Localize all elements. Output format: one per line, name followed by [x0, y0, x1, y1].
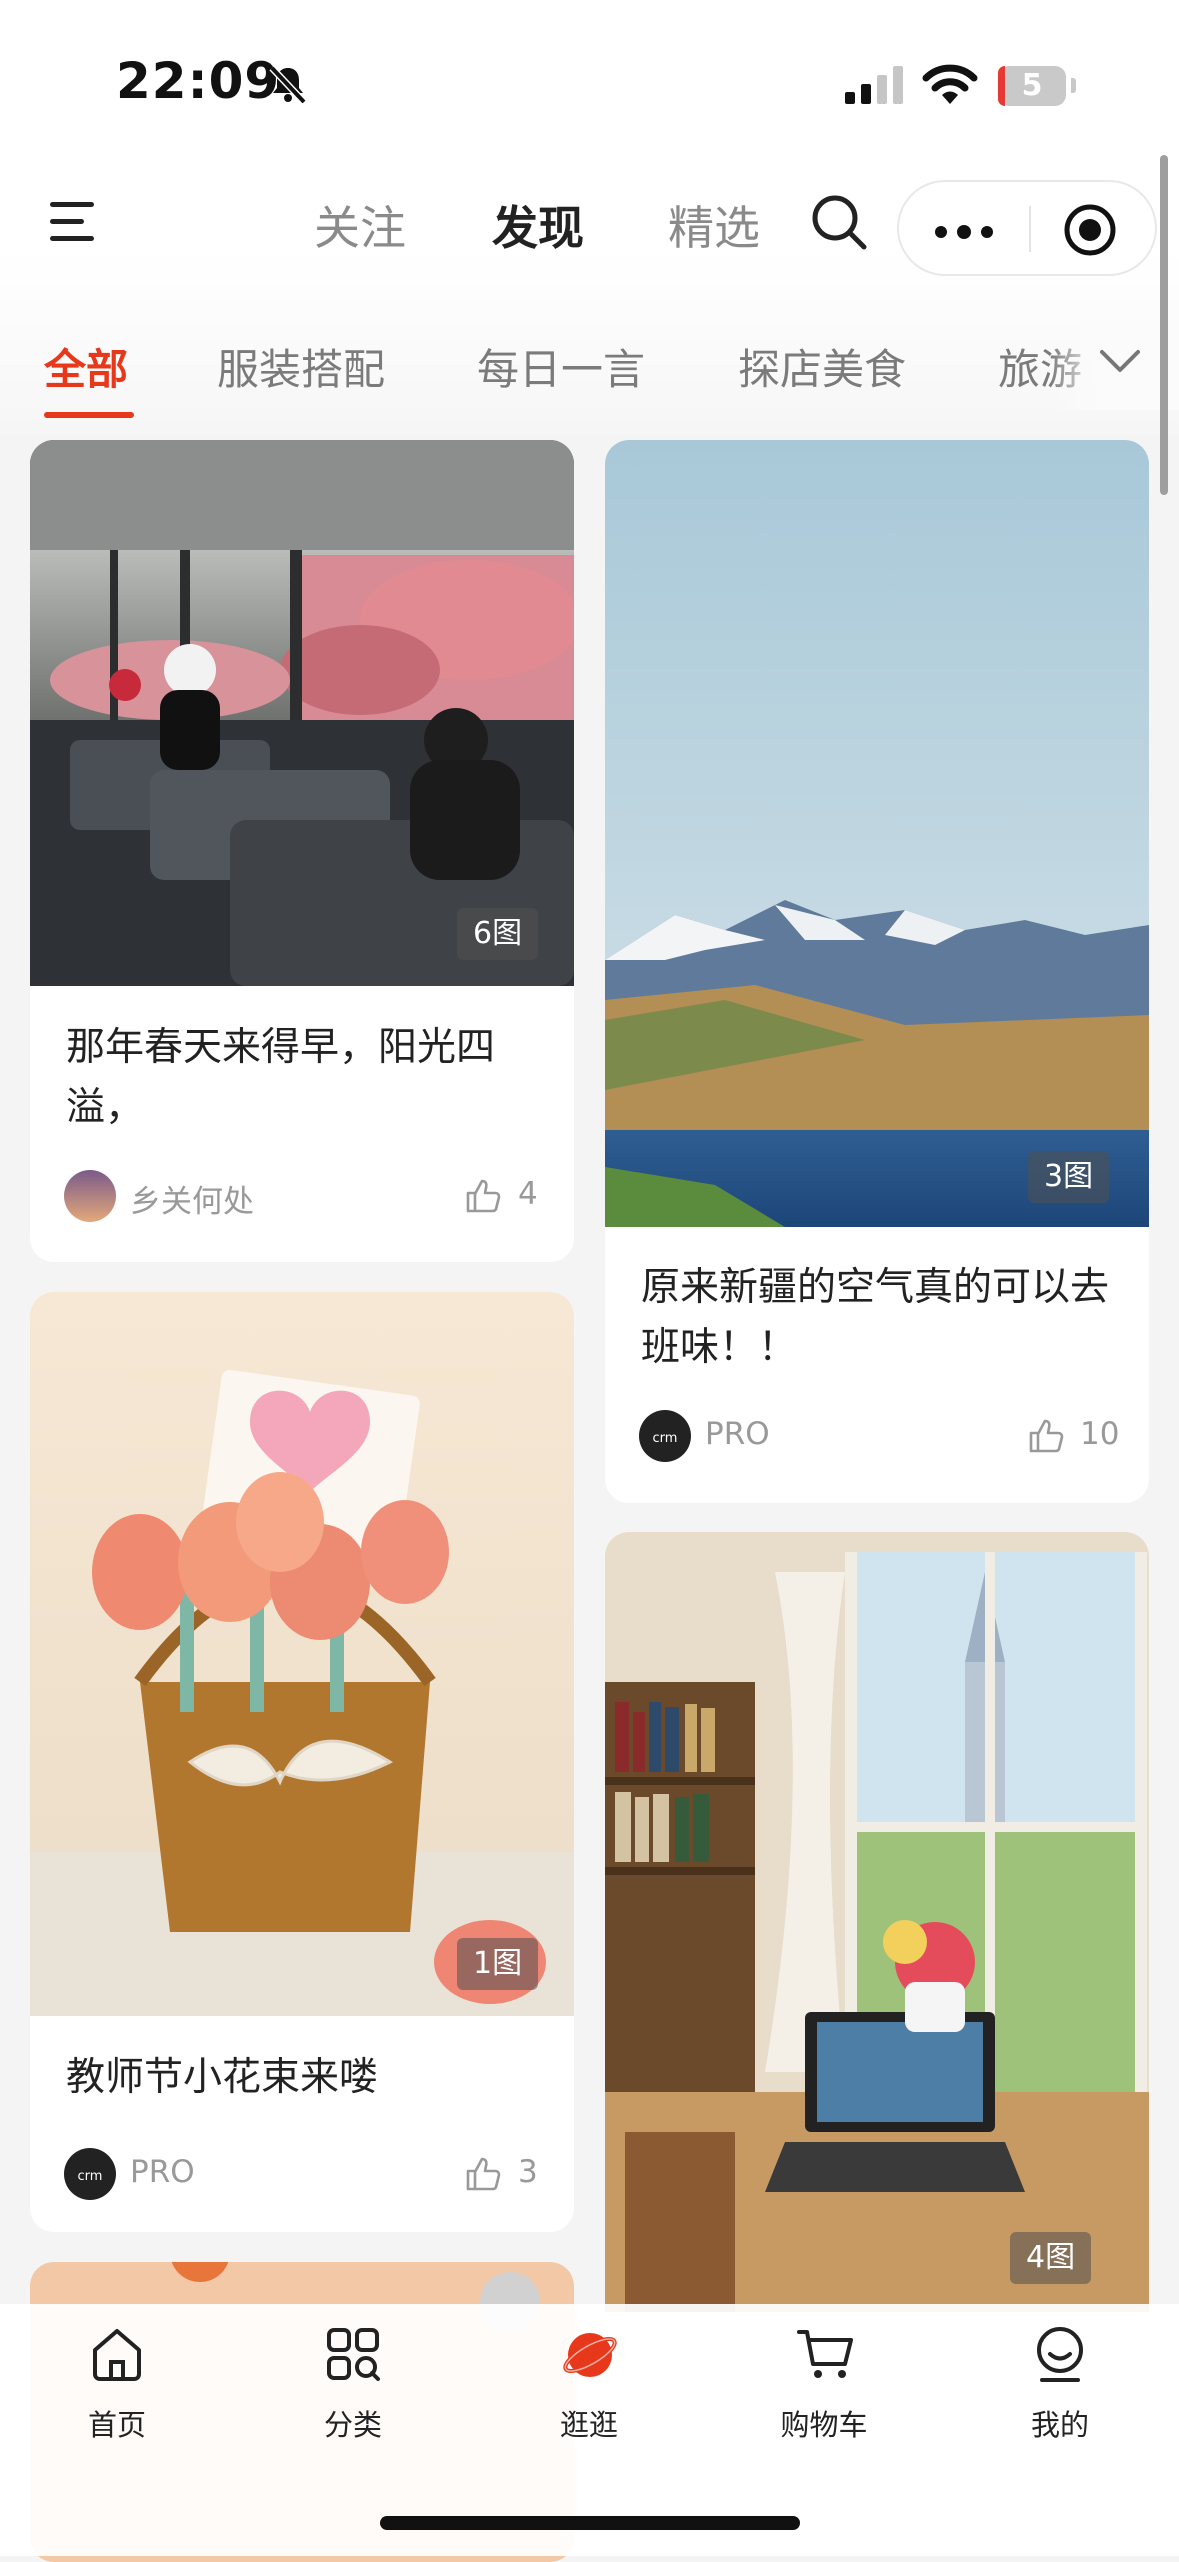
tab-explore[interactable]: 逛逛 — [519, 2326, 659, 2446]
tab-home[interactable]: 首页 — [47, 2326, 187, 2446]
post-title: 教师节小花束来喽 — [66, 2055, 379, 2100]
tab-cart-label: 购物车 — [780, 2408, 868, 2442]
tab-category[interactable]: 分类 — [283, 2326, 423, 2446]
author-name: PRO — [130, 2154, 195, 2190]
post-title: 原来新疆的空气真的可以去班味！！ — [641, 1265, 1110, 1370]
more-icon[interactable] — [934, 225, 994, 239]
svg-text:crm: crm — [78, 2169, 103, 2184]
svg-text:crm: crm — [653, 1431, 678, 1446]
post-image-bus — [30, 440, 574, 986]
menu-icon[interactable] — [48, 200, 98, 244]
category-all[interactable]: 全部 — [44, 336, 128, 397]
battery-level: 5 — [1021, 68, 1043, 103]
category-outfit[interactable]: 服装搭配 — [217, 336, 385, 397]
home-icon — [93, 2329, 141, 2381]
category-food[interactable]: 探店美食 — [738, 336, 906, 397]
battery-indicator: 5 — [998, 66, 1066, 106]
like-count: 10 — [1080, 1416, 1120, 1452]
user-icon — [1037, 2327, 1083, 2382]
like-count: 3 — [518, 2154, 538, 2190]
post-image-study-desk — [605, 1532, 1149, 2312]
tab-follow[interactable]: 关注 — [314, 192, 406, 258]
category-daily-quote[interactable]: 每日一言 — [477, 336, 645, 397]
chevron-down-icon[interactable] — [1098, 346, 1142, 376]
post-card[interactable]: 1图 教师节小花束来喽 crm PRO 3 — [30, 1292, 574, 2232]
avatar — [64, 1170, 116, 1222]
post-image-lake — [605, 440, 1149, 1227]
image-count-badge: 4图 — [1010, 2232, 1092, 2284]
category-underline — [44, 412, 134, 418]
like-count: 4 — [518, 1176, 538, 1212]
bell-muted-icon — [269, 65, 307, 105]
tab-home-label: 首页 — [87, 2408, 146, 2442]
author-name: PRO — [705, 1416, 770, 1452]
post-image-tulips — [30, 1292, 574, 2016]
close-target-icon[interactable] — [1062, 202, 1118, 258]
image-count-badge: 3图 — [1028, 1151, 1110, 1203]
thumbs-up-icon[interactable] — [464, 2155, 502, 2193]
status-time: 22:09 — [116, 52, 281, 110]
author-name: 乡关何处 — [130, 1184, 254, 1220]
scrollbar[interactable] — [1160, 155, 1168, 495]
post-card[interactable]: 3图 原来新疆的空气真的可以去班味！！ crm PRO 10 — [605, 440, 1149, 1503]
tab-featured[interactable]: 精选 — [668, 192, 760, 258]
battery-cap — [1071, 78, 1076, 93]
post-card[interactable]: 6图 那年春天来得早，阳光四溢， 乡关何处 4 — [30, 440, 574, 1262]
search-icon[interactable] — [810, 193, 870, 253]
wifi-icon — [922, 64, 978, 104]
tab-cart[interactable]: 购物车 — [754, 2326, 894, 2446]
capsule-divider — [1029, 206, 1031, 252]
thumbs-up-icon[interactable] — [1027, 1417, 1065, 1455]
thumbs-up-icon[interactable] — [464, 1177, 502, 1215]
image-count-badge: 1图 — [457, 1938, 539, 1990]
image-count-badge: 6图 — [457, 908, 539, 960]
home-indicator[interactable] — [380, 2516, 800, 2530]
miniprogram-capsule — [897, 180, 1157, 276]
signal-icon — [845, 66, 903, 104]
cart-icon — [797, 2330, 853, 2378]
tab-mine-label: 我的 — [1030, 2408, 1089, 2442]
tab-category-label: 分类 — [323, 2408, 382, 2442]
post-title: 那年春天来得早，阳光四溢， — [66, 1025, 496, 1130]
tab-explore-label: 逛逛 — [559, 2408, 618, 2442]
planet-icon — [563, 2333, 617, 2377]
tab-mine[interactable]: 我的 — [990, 2326, 1130, 2446]
avatar: crm — [64, 2148, 116, 2200]
tab-discover[interactable]: 发现 — [492, 192, 584, 258]
avatar: crm — [639, 1410, 691, 1462]
grid-icon — [327, 2328, 380, 2381]
